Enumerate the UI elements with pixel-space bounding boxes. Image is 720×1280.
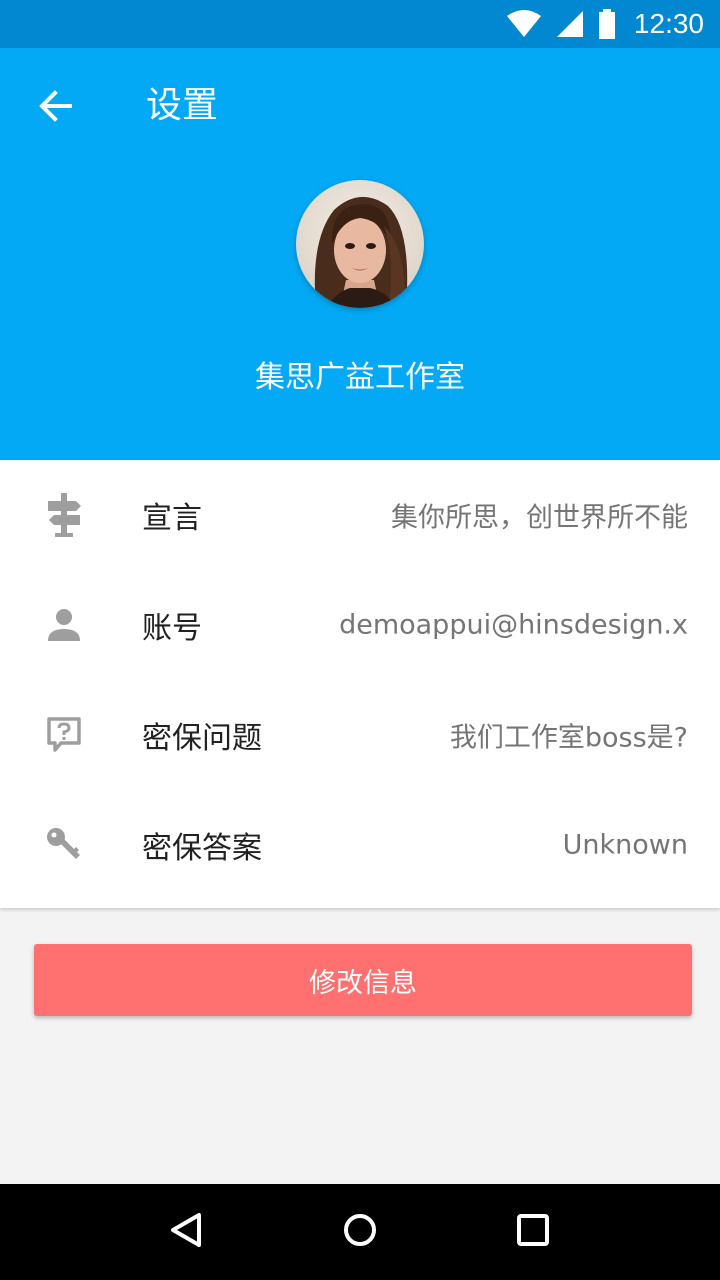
key-icon	[40, 821, 88, 869]
info-row-value: demoappui@hinsdesign.x	[339, 609, 688, 641]
back-button[interactable]	[28, 80, 84, 136]
nav-back-button[interactable]	[155, 1200, 219, 1264]
question-bubble-icon	[40, 711, 88, 759]
nav-recents-button[interactable]	[501, 1200, 565, 1264]
nav-home-icon	[342, 1212, 378, 1252]
info-row-label: 密保问题	[142, 721, 262, 756]
signpost-icon	[40, 491, 88, 539]
system-nav-bar	[0, 1184, 720, 1280]
edit-info-button[interactable]: 修改信息	[34, 944, 692, 1016]
profile-name: 集思广益工作室	[255, 360, 465, 395]
info-row-label: 密保答案	[142, 831, 262, 866]
page-title: 设置	[146, 85, 219, 126]
info-row-value: 我们工作室boss是?	[449, 722, 688, 754]
nav-recents-icon	[515, 1212, 551, 1252]
nav-home-button[interactable]	[328, 1200, 392, 1264]
wifi-icon	[506, 10, 542, 38]
nav-back-icon	[169, 1212, 205, 1252]
info-row-label: 账号	[142, 611, 202, 646]
info-row-label: 宣言	[142, 501, 202, 536]
info-list: 宣言 集你所思，创世界所不能 账号 demoappui@hinsdesign.x	[0, 460, 720, 908]
settings-screen: 12:30 设置 集思广益工作室 宣言 集你所思，创世界所不能 账号 demoa…	[0, 0, 720, 1280]
info-row-security-question[interactable]: 密保问题 我们工作室boss是?	[0, 680, 720, 790]
battery-icon	[598, 9, 616, 39]
info-row-motto[interactable]: 宣言 集你所思，创世界所不能	[0, 460, 720, 570]
signal-icon	[556, 10, 584, 38]
info-row-value: 集你所思，创世界所不能	[391, 502, 688, 534]
avatar[interactable]	[296, 180, 424, 308]
info-row-account[interactable]: 账号 demoappui@hinsdesign.x	[0, 570, 720, 680]
info-row-value: Unknown	[562, 829, 688, 861]
arrow-left-icon	[38, 88, 74, 128]
avatar-portrait-icon	[296, 180, 424, 308]
profile-header: 设置 集思广益工作室	[0, 48, 720, 460]
info-row-security-answer[interactable]: 密保答案 Unknown	[0, 790, 720, 900]
status-time: 12:30	[633, 8, 704, 39]
status-bar: 12:30	[0, 0, 720, 48]
person-icon	[40, 601, 88, 649]
